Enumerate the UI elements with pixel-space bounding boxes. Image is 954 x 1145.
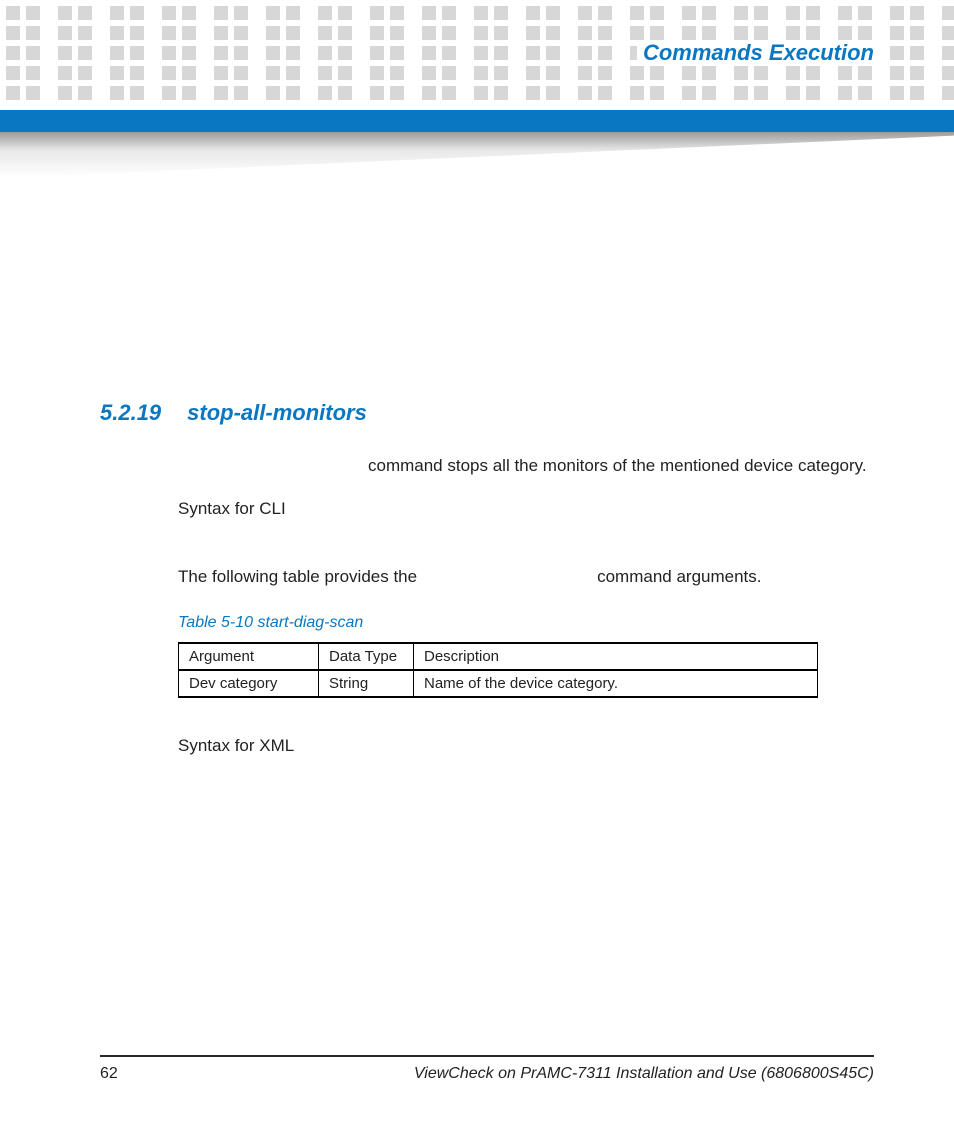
syntax-xml-label: Syntax for XML xyxy=(178,734,874,759)
cell-description: Name of the device category. xyxy=(414,670,818,697)
page-number: 62 xyxy=(100,1065,118,1083)
header-bar xyxy=(0,110,954,132)
col-argument: Argument xyxy=(179,643,319,670)
col-description: Description xyxy=(414,643,818,670)
chapter-title: Commands Execution xyxy=(637,40,880,66)
cell-datatype: String xyxy=(319,670,414,697)
table-caption: Table 5-10 start-diag-scan xyxy=(178,614,874,632)
syntax-cli-label: Syntax for CLI xyxy=(178,497,874,522)
header-wedge xyxy=(0,132,954,178)
cell-argument: Dev category xyxy=(179,670,319,697)
intro-paragraph: command stops all the monitors of the me… xyxy=(178,454,874,479)
section-title: stop-all-monitors xyxy=(187,400,367,426)
arguments-table: Argument Data Type Description Dev categ… xyxy=(178,642,818,698)
page: { "chapter_title": "Commands Execution",… xyxy=(0,0,954,1145)
table-header-row: Argument Data Type Description xyxy=(179,643,818,670)
table-intro-tail: command arguments. xyxy=(597,567,761,586)
table-row: Dev category String Name of the device c… xyxy=(179,670,818,697)
table-intro-lead: The following table provides the xyxy=(178,567,417,586)
intro-text: command stops all the monitors of the me… xyxy=(368,456,867,475)
section-number: 5.2.19 xyxy=(100,400,161,426)
doc-title: ViewCheck on PrAMC-7311 Installation and… xyxy=(414,1065,874,1083)
section-heading: 5.2.19 stop-all-monitors xyxy=(100,400,874,426)
page-footer: 62 ViewCheck on PrAMC-7311 Installation … xyxy=(100,1055,874,1083)
footer-rule xyxy=(100,1055,874,1057)
table-intro-paragraph: The following table provides the command … xyxy=(178,565,874,590)
col-datatype: Data Type xyxy=(319,643,414,670)
content-area: 5.2.19 stop-all-monitors command stops a… xyxy=(100,400,874,759)
